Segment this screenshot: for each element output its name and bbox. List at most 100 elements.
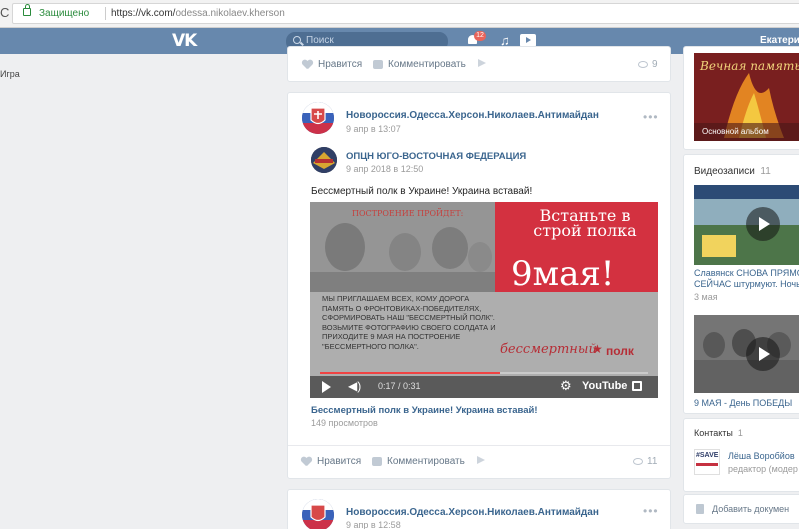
notifications-button[interactable]: 12 bbox=[466, 31, 486, 47]
post-date[interactable]: 9 апр в 12:58 bbox=[346, 520, 401, 529]
group-avatar[interactable] bbox=[302, 499, 334, 529]
video-views: 149 просмотров bbox=[311, 418, 378, 428]
poster-red-top: Встаньте в строй полка bbox=[533, 206, 637, 240]
share-icon bbox=[478, 59, 489, 67]
post-menu-icon[interactable]: ••• bbox=[643, 110, 659, 124]
comment-label: Комментировать bbox=[387, 456, 465, 467]
eye-icon bbox=[633, 458, 643, 465]
group-avatar-image bbox=[302, 499, 334, 529]
video1-title-line2[interactable]: СЕЙЧАС штурмуют. Ночь bbox=[694, 279, 799, 290]
video-progress-bar[interactable] bbox=[320, 372, 648, 374]
video-title[interactable]: Бессмертный полк в Украине! Украина вста… bbox=[311, 405, 538, 416]
group-avatar-image bbox=[302, 102, 334, 134]
url-text[interactable]: https://vk.com/odessa.nikolaev.kherson bbox=[111, 8, 285, 19]
video-time: 0:17 / 0:31 bbox=[378, 381, 421, 391]
vk-logo[interactable]: VK bbox=[172, 31, 197, 51]
document-icon bbox=[696, 504, 704, 514]
heart-icon bbox=[301, 457, 312, 467]
comment-button[interactable]: Комментировать bbox=[372, 456, 465, 467]
poster-logo-word: полк bbox=[606, 344, 634, 358]
heart-icon bbox=[302, 60, 313, 70]
contact-avatar[interactable]: #SAVE bbox=[694, 449, 720, 475]
like-button[interactable]: Нравится bbox=[301, 456, 361, 467]
lock-icon bbox=[23, 4, 31, 16]
play-icon bbox=[746, 337, 780, 371]
share-button[interactable] bbox=[478, 59, 489, 67]
contact-avatar-text: #SAVE bbox=[696, 452, 719, 459]
album-title: Вечная память bbox=[700, 59, 799, 73]
search-placeholder: Поиск bbox=[306, 35, 334, 46]
like-label: Нравится bbox=[317, 456, 362, 467]
fullscreen-icon[interactable] bbox=[632, 381, 642, 391]
comment-button[interactable]: Комментировать bbox=[373, 59, 466, 70]
share-icon bbox=[477, 456, 488, 464]
repost-date[interactable]: 9 апр 2018 в 12:50 bbox=[346, 164, 423, 174]
post-previous: Нравится Комментировать 9 bbox=[287, 46, 671, 82]
contacts-header[interactable]: Контакты 1 bbox=[694, 428, 743, 438]
share-button[interactable] bbox=[477, 456, 488, 464]
poster-red-big: 9мая! bbox=[511, 254, 615, 294]
video-progress-fill bbox=[320, 372, 501, 374]
comment-icon bbox=[373, 60, 383, 69]
video-thumb-2[interactable] bbox=[694, 315, 799, 393]
documents-block: Добавить докумен bbox=[683, 494, 799, 524]
video1-date: 3 мая bbox=[694, 292, 718, 302]
video2-title[interactable]: 9 МАЯ - День ПОБЕДЫ bbox=[694, 398, 792, 409]
group-avatar[interactable] bbox=[302, 102, 334, 134]
views-counter: 9 bbox=[638, 59, 658, 70]
address-separator bbox=[105, 7, 106, 20]
url-path: odessa.nikolaev.kherson bbox=[175, 8, 285, 19]
notification-badge: 12 bbox=[474, 31, 486, 41]
comment-icon bbox=[372, 457, 382, 466]
like-button[interactable]: Нравится bbox=[302, 59, 362, 70]
post-date[interactable]: 9 апр в 13:07 bbox=[346, 124, 401, 134]
contacts-count: 1 bbox=[737, 428, 743, 438]
videos-count: 11 bbox=[760, 166, 771, 177]
group-name[interactable]: Новороссия.Одесса.Херсон.Николаев.Антима… bbox=[346, 110, 599, 121]
settings-icon[interactable]: ⚙ bbox=[560, 378, 572, 394]
play-icon bbox=[746, 207, 780, 241]
views-counter: 11 bbox=[633, 456, 657, 467]
contact-name[interactable]: Лёша Воробйов bbox=[728, 451, 795, 462]
add-document-link[interactable]: Добавить докумен bbox=[712, 504, 789, 515]
repost-group-name[interactable]: ОПЦН ЮГО-ВОСТОЧНАЯ ФЕДЕРАЦИЯ bbox=[346, 151, 526, 162]
poster-heading: ПОСТРОЕНИЕ ПРОЙДЕТ: bbox=[352, 209, 464, 218]
poster-logo-script: бессмертный bbox=[500, 342, 597, 357]
video-player[interactable]: ПОСТРОЕНИЕ ПРОЙДЕТ: Встаньте в строй пол… bbox=[310, 202, 658, 398]
videos-header[interactable]: Видеозаписи 11 bbox=[694, 166, 771, 177]
sidebar-item-fragment[interactable]: Игра bbox=[0, 69, 20, 79]
reload-icon[interactable]: C bbox=[0, 5, 9, 20]
poster-logo-star: ★ bbox=[592, 342, 603, 356]
post-divider bbox=[288, 445, 670, 446]
url-host: https://vk.com/ bbox=[111, 8, 176, 19]
post-menu-icon[interactable]: ••• bbox=[643, 504, 659, 518]
post-text: Бессмертный полк в Украине! Украина вста… bbox=[311, 186, 533, 197]
video-thumb-1[interactable] bbox=[694, 185, 799, 265]
views-count: 11 bbox=[647, 456, 658, 467]
comment-label: Комментировать bbox=[388, 59, 466, 70]
poster-photo: ПОСТРОЕНИЕ ПРОЙДЕТ: bbox=[310, 202, 495, 292]
post-card-next: Новороссия.Одесса.Херсон.Николаев.Антима… bbox=[287, 489, 671, 529]
search-icon bbox=[293, 36, 301, 44]
poster-body: МЫ ПРИГЛАШАЕМ ВСЕХ, КОМУ ДОРОГА ПАМЯТЬ О… bbox=[322, 294, 496, 351]
contact-avatar-stripe bbox=[696, 463, 718, 466]
browser-toolbar: C Защищено https://vk.com/odessa.nikolae… bbox=[0, 0, 799, 28]
album-cover[interactable]: Вечная память Основной альбом bbox=[694, 53, 799, 141]
contact-role: редактор (модер bbox=[728, 464, 798, 474]
album-caption: Основной альбом bbox=[702, 127, 769, 136]
videos-label: Видеозаписи bbox=[694, 166, 755, 177]
play-icon[interactable] bbox=[322, 381, 331, 393]
youtube-logo[interactable]: YouTube bbox=[582, 380, 627, 392]
video1-title-line1[interactable]: Славянск СНОВА ПРЯМО bbox=[694, 268, 799, 279]
eye-icon bbox=[638, 61, 648, 68]
album-card: Вечная память Основной альбом bbox=[683, 46, 799, 150]
views-count: 9 bbox=[652, 59, 658, 70]
repost-avatar[interactable] bbox=[311, 147, 337, 173]
contacts-label: Контакты bbox=[694, 428, 733, 438]
videos-block: Видеозаписи 11 Славянск СНОВА ПРЯМО СЕЙЧ… bbox=[683, 154, 799, 414]
volume-icon[interactable]: ◀) bbox=[348, 379, 361, 393]
group-name[interactable]: Новороссия.Одесса.Херсон.Николаев.Антима… bbox=[346, 507, 599, 518]
address-bar[interactable]: Защищено https://vk.com/odessa.nikolaev.… bbox=[12, 3, 799, 24]
secure-label: Защищено bbox=[39, 8, 90, 19]
user-name[interactable]: Екатерина bbox=[760, 35, 799, 46]
